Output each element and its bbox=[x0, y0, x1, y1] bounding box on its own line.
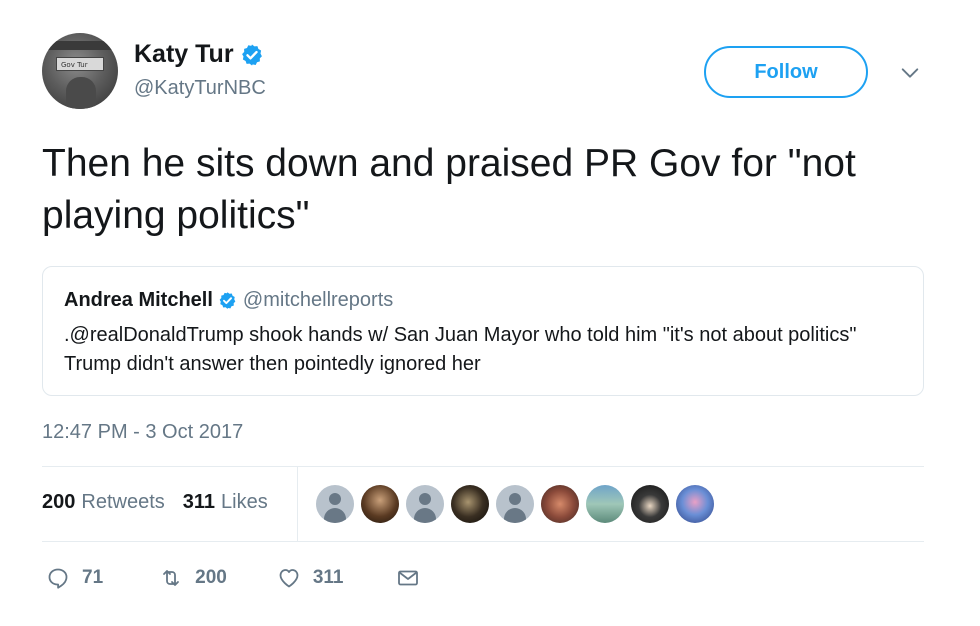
tweet-timestamp[interactable]: 12:47 PM - 3 Oct 2017 bbox=[42, 421, 243, 444]
likes-count: 311 bbox=[182, 491, 216, 513]
liker-avatars bbox=[316, 485, 721, 523]
reply-count: 71 bbox=[82, 567, 104, 588]
retweet-count: 200 bbox=[195, 567, 227, 588]
stats-divider bbox=[297, 467, 298, 541]
liker-avatar[interactable] bbox=[586, 485, 624, 523]
likes-label: Likes bbox=[221, 491, 268, 513]
tweet-actions: 71 200 311 bbox=[46, 566, 420, 590]
divider-top bbox=[42, 466, 924, 467]
avatar-background bbox=[42, 41, 118, 50]
reply-button[interactable]: 71 bbox=[46, 566, 103, 590]
author-name-row[interactable]: Katy Tur bbox=[134, 40, 264, 69]
liker-avatar-default[interactable] bbox=[316, 485, 354, 523]
author-name[interactable]: Katy Tur bbox=[134, 40, 234, 69]
liker-avatar[interactable] bbox=[541, 485, 579, 523]
liker-avatar[interactable] bbox=[631, 485, 669, 523]
quoted-tweet-header: Andrea Mitchell @mitchellreports bbox=[64, 289, 393, 312]
tweet-stats: 200 Retweets 311 Likes bbox=[42, 491, 268, 514]
reply-icon bbox=[48, 568, 68, 589]
retweets-label: Retweets bbox=[81, 491, 165, 513]
heart-icon bbox=[279, 569, 299, 588]
like-button[interactable]: 311 bbox=[277, 566, 344, 590]
liker-avatar[interactable] bbox=[361, 485, 399, 523]
like-count: 311 bbox=[312, 567, 344, 588]
retweet-button[interactable]: 200 bbox=[159, 566, 227, 590]
liker-avatar-default[interactable] bbox=[496, 485, 534, 523]
verified-badge-icon bbox=[241, 44, 262, 65]
chevron-down-icon[interactable] bbox=[899, 62, 921, 84]
quoted-author-handle: @mitchellreports bbox=[242, 289, 394, 311]
verified-badge-icon bbox=[219, 292, 236, 309]
liker-avatar[interactable] bbox=[451, 485, 489, 523]
quoted-tweet-text: .@realDonaldTrump shook hands w/ San Jua… bbox=[64, 324, 857, 375]
author-handle[interactable]: @KatyTurNBC bbox=[134, 77, 266, 100]
retweets-count: 200 bbox=[42, 491, 76, 513]
follow-button[interactable]: Follow bbox=[704, 46, 868, 98]
likes-stat[interactable]: 311 Likes bbox=[183, 491, 268, 514]
envelope-icon bbox=[397, 570, 418, 586]
author-avatar[interactable]: Gov Tur bbox=[42, 33, 118, 109]
retweet-icon bbox=[163, 570, 180, 586]
divider-bottom bbox=[42, 541, 924, 542]
avatar-sign: Gov Tur bbox=[56, 57, 104, 71]
liker-avatar[interactable] bbox=[676, 485, 714, 523]
quoted-tweet-card[interactable]: Andrea Mitchell @mitchellreports .@realD… bbox=[42, 266, 924, 396]
avatar-figure bbox=[66, 77, 96, 109]
quoted-author-name: Andrea Mitchell bbox=[64, 289, 213, 311]
retweets-stat[interactable]: 200 Retweets bbox=[42, 491, 165, 514]
direct-message-button[interactable] bbox=[396, 566, 420, 590]
liker-avatar-default[interactable] bbox=[406, 485, 444, 523]
tweet-text: Then he sits down and praised PR Gov for… bbox=[42, 142, 856, 237]
